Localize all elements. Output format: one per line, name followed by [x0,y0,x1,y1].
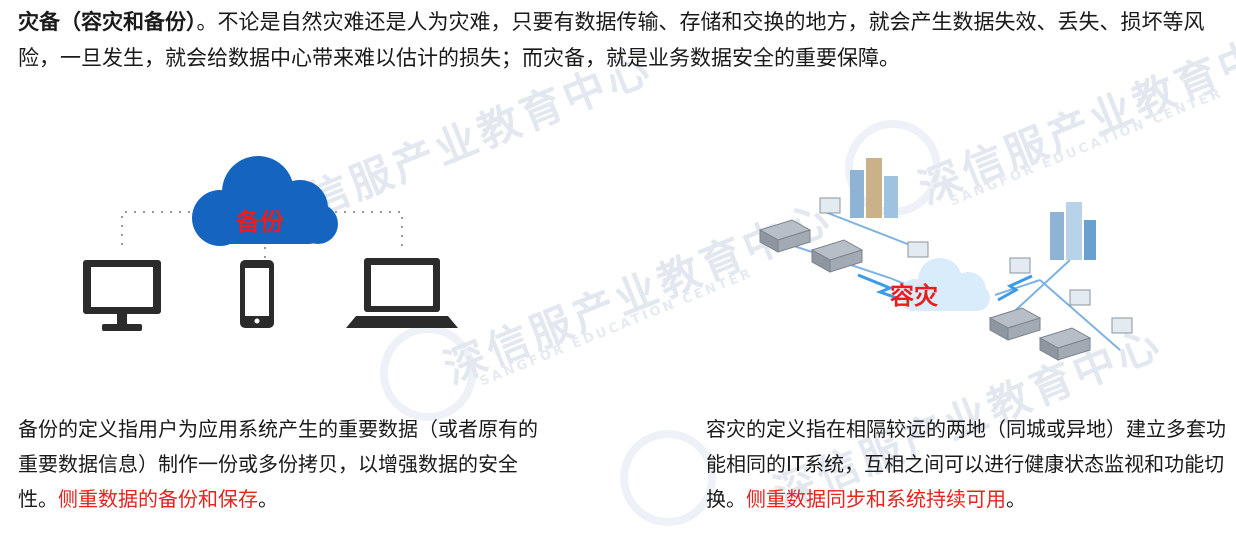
monitor-icon [83,260,161,331]
server-icon [988,307,1042,341]
building-icon [1050,202,1096,260]
intro-paragraph: 灾备（容灾和备份）。不论是自然灾难还是人为灾难，只要有数据传输、存储和交换的地方… [18,4,1218,76]
backup-label: 备份 [236,208,284,236]
disaster-recovery-diagram: 容灾 [740,150,1140,370]
workstation-icon [819,197,1133,334]
disaster-recovery-description: 容灾的定义指在相隔较远的两地（同城或异地）建立多套功能相同的IT系统，互相之间可… [706,412,1226,517]
backup-diagram: 备份 [60,150,460,340]
connector-right [335,211,403,252]
disaster-recovery-label: 容灾 [890,282,938,310]
backup-highlight: 侧重数据的备份和保存 [58,487,258,511]
laptop-icon [346,258,458,328]
disaster-recovery-highlight: 侧重数据同步和系统持续可用 [746,487,1006,511]
phone-icon [240,260,274,328]
backup-end: 。 [258,487,278,511]
connector-left [121,211,190,252]
intro-body: 。不论是自然灾难还是人为灾难，只要有数据传输、存储和交换的地方，就会产生数据失效… [18,10,1205,70]
server-icon [1038,327,1092,361]
lightning-icon [997,274,1033,302]
building-icon [850,158,898,218]
watermark-logo [620,430,716,526]
disaster-recovery-end: 。 [1006,487,1026,511]
intro-term: 灾备（容灾和备份） [18,10,197,34]
backup-description: 备份的定义指用户为应用系统产生的重要数据（或者原有的重要数据信息）制作一份或多份… [18,412,538,517]
server-icon [758,219,812,253]
watermark-text-en: SANGFOR EDUCATION CENTER [477,265,756,390]
